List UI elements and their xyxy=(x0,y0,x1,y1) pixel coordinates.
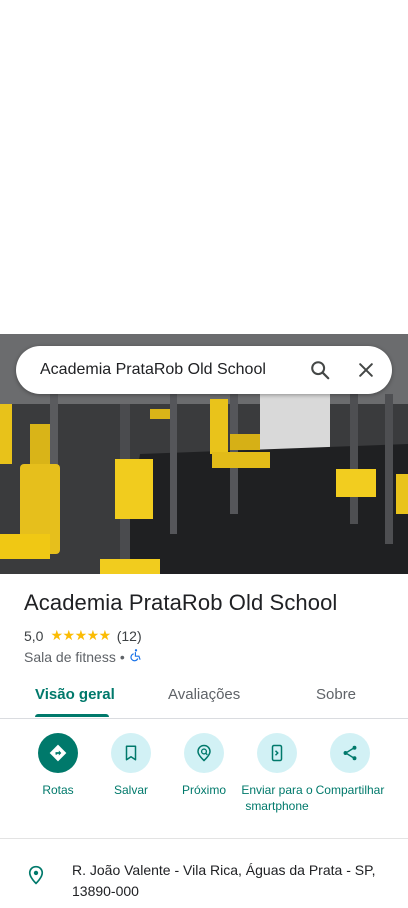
send-to-phone-button[interactable]: Enviar para o smartphone xyxy=(237,733,317,814)
rating-row[interactable]: 5,0 ★★★★★ (12) xyxy=(24,627,142,644)
place-title: Academia PrataRob Old School xyxy=(24,590,338,615)
divider xyxy=(0,838,408,839)
active-tab-indicator xyxy=(35,714,109,717)
share-label: Compartilhar xyxy=(315,783,385,797)
save-label: Salvar xyxy=(113,783,148,797)
tab-about[interactable]: Sobre xyxy=(316,686,356,703)
save-button[interactable]: Salvar xyxy=(91,733,171,798)
bookmark-icon[interactable] xyxy=(111,733,151,773)
close-icon[interactable] xyxy=(346,350,386,390)
nearby-button[interactable]: Próximo xyxy=(164,733,244,798)
send-to-phone-label: Enviar para o smartphone xyxy=(241,783,313,813)
search-bar[interactable]: Academia PrataRob Old School xyxy=(16,346,392,394)
tab-overview[interactable]: Visão geral xyxy=(35,686,115,703)
tab-reviews[interactable]: Avaliações xyxy=(168,686,240,703)
review-count[interactable]: (12) xyxy=(117,628,142,644)
star-rating: ★★★★★ xyxy=(50,627,111,643)
separator-dot: • xyxy=(119,648,125,665)
place-category: Sala de fitness xyxy=(24,648,116,665)
wheelchair-icon xyxy=(129,648,143,665)
location-pin-icon xyxy=(0,860,72,902)
address-row[interactable]: R. João Valente - Vila Rica, Águas da Pr… xyxy=(0,860,408,902)
action-buttons: Rotas Salvar Próximo Enviar para o smart… xyxy=(0,733,408,833)
search-icon[interactable] xyxy=(300,350,340,390)
send-to-phone-icon[interactable] xyxy=(257,733,297,773)
share-button[interactable]: Compartilhar xyxy=(310,733,390,798)
nearby-icon[interactable] xyxy=(184,733,224,773)
directions-label: Rotas xyxy=(42,783,74,797)
place-tabs: Visão geral Avaliações Sobre xyxy=(0,676,408,719)
directions-button[interactable]: Rotas xyxy=(18,733,98,798)
rating-value: 5,0 xyxy=(24,627,44,644)
directions-icon[interactable] xyxy=(38,733,78,773)
nearby-label: Próximo xyxy=(181,783,226,797)
category-row: Sala de fitness • xyxy=(24,648,143,665)
search-input[interactable]: Academia PrataRob Old School xyxy=(16,361,300,379)
share-icon[interactable] xyxy=(330,733,370,773)
address-text[interactable]: R. João Valente - Vila Rica, Águas da Pr… xyxy=(72,860,388,902)
map-blank-area xyxy=(0,0,408,334)
